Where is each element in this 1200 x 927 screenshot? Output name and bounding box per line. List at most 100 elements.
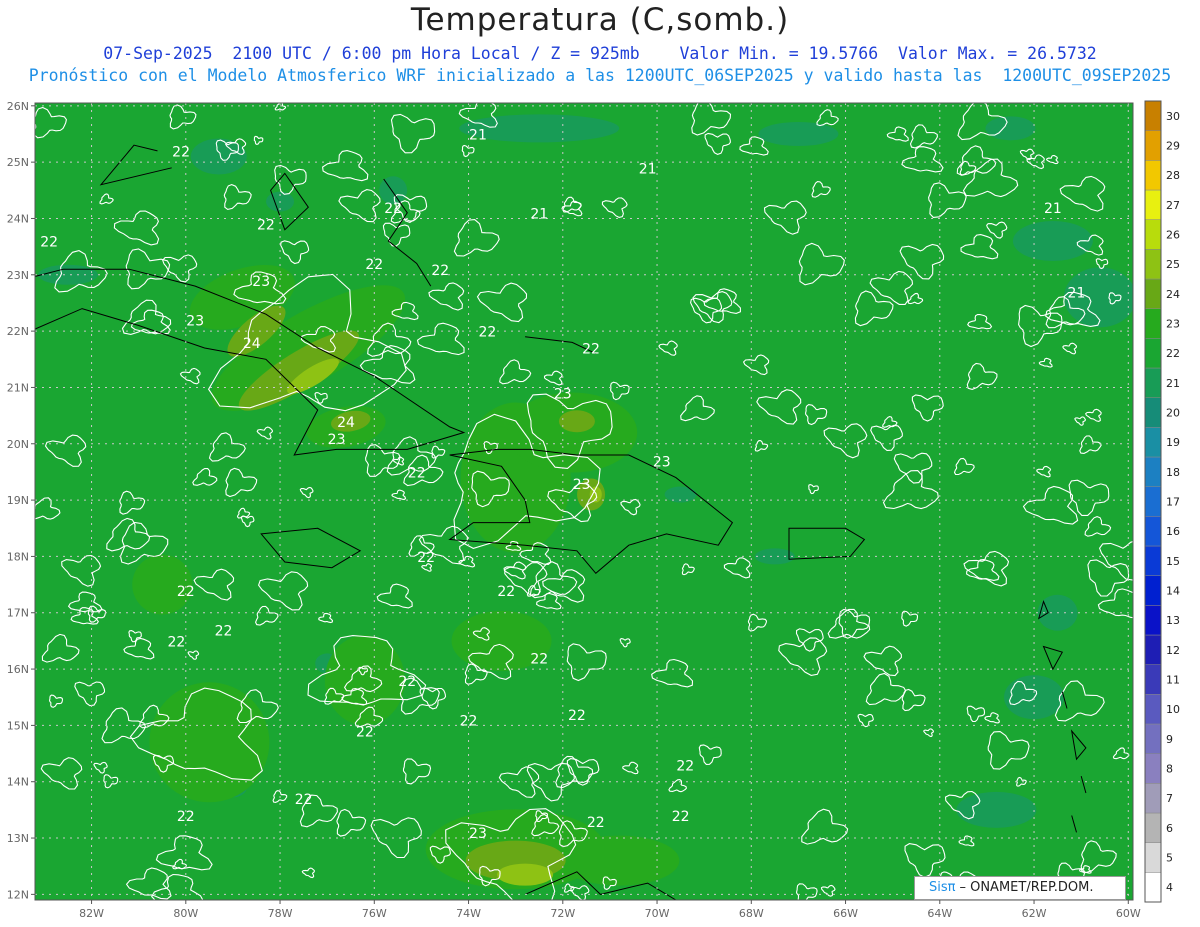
colorbar-level-label: 7 bbox=[1166, 792, 1173, 805]
contour-value-label: 23 bbox=[328, 432, 346, 448]
colorbar-swatch bbox=[1144, 100, 1162, 131]
contour-value-label: 22 bbox=[384, 201, 402, 217]
cool-area-6 bbox=[37, 264, 98, 285]
contour-value-label: 23 bbox=[252, 274, 270, 290]
warm-area-6 bbox=[559, 835, 680, 886]
contour-value-label: 22 bbox=[460, 713, 478, 729]
contour-value-label: 21 bbox=[1068, 285, 1086, 301]
contour-value-label: 22 bbox=[417, 550, 435, 566]
colorbar-level-label: 29 bbox=[1166, 140, 1180, 153]
contour-value-label: 22 bbox=[295, 792, 313, 808]
colorbar-swatch bbox=[1144, 634, 1162, 665]
latitude-axis: 26N 25N 24N 23N 22N 21N 20N 19N 18N 17N 16N 15N 14N 1… bbox=[7, 100, 35, 901]
colorbar-level-label: 22 bbox=[1166, 347, 1180, 360]
warmest-area-1 bbox=[497, 863, 554, 886]
contour-value-label: 22 bbox=[365, 257, 383, 273]
lon-tick-label: 72W bbox=[550, 907, 575, 920]
colorbar-swatch bbox=[1144, 753, 1162, 784]
contour-value-label: 22 bbox=[676, 758, 694, 774]
contour-value-label: 23 bbox=[554, 387, 572, 403]
lon-tick-label: 70W bbox=[645, 907, 670, 920]
contour-value-label: 22 bbox=[530, 651, 548, 667]
lat-tick-label: 16N bbox=[7, 663, 29, 676]
colorbar-swatch bbox=[1144, 575, 1162, 606]
lat-tick-label: 12N bbox=[7, 888, 29, 901]
colorbar-swatch bbox=[1144, 723, 1162, 754]
colorbar-level-label: 20 bbox=[1166, 407, 1180, 420]
colorbar-swatch bbox=[1144, 694, 1162, 725]
colorbar-swatch bbox=[1144, 783, 1162, 814]
contour-value-label: 22 bbox=[672, 809, 690, 825]
temperature-map[interactable]: 2221212122222222 22232121232224 2223242322… bbox=[0, 0, 1200, 927]
colorbar-swatch bbox=[1144, 130, 1162, 161]
lat-tick-label: 24N bbox=[7, 212, 29, 225]
contour-value-label: 22 bbox=[40, 235, 58, 251]
lon-tick-label: 64W bbox=[927, 907, 952, 920]
lat-tick-label: 19N bbox=[7, 494, 29, 507]
cool-area-2 bbox=[758, 121, 839, 146]
colorbar-level-label: 13 bbox=[1166, 614, 1180, 627]
contour-value-label: 23 bbox=[573, 477, 591, 493]
colorbar-swatch bbox=[1144, 249, 1162, 280]
contour-value-label: 22 bbox=[497, 584, 515, 600]
lat-tick-label: 23N bbox=[7, 269, 29, 282]
lat-tick-label: 25N bbox=[7, 156, 29, 169]
colorbar-level-label: 14 bbox=[1166, 585, 1180, 598]
contour-value-label: 23 bbox=[469, 826, 487, 842]
colorbar-swatch bbox=[1144, 872, 1162, 903]
lon-tick-label: 78W bbox=[268, 907, 293, 920]
org-credit: – ONAMET/REP.DOM. bbox=[959, 880, 1094, 895]
lon-tick-label: 82W bbox=[79, 907, 104, 920]
colorbar-swatch bbox=[1144, 189, 1162, 220]
colorbar-level-label: 11 bbox=[1166, 674, 1180, 687]
colorbar-swatch bbox=[1144, 427, 1162, 458]
colorbar-level-label: 8 bbox=[1166, 763, 1173, 776]
contour-value-label: 22 bbox=[177, 584, 195, 600]
contour-value-label: 21 bbox=[469, 128, 487, 144]
lat-tick-label: 21N bbox=[7, 381, 29, 394]
lon-tick-label: 60W bbox=[1116, 907, 1141, 920]
contour-value-label: 23 bbox=[186, 313, 204, 329]
colorbar-level-label: 6 bbox=[1166, 822, 1173, 835]
contour-value-label: 22 bbox=[408, 466, 426, 482]
colorbar-level-label: 24 bbox=[1166, 288, 1180, 301]
colorbar-level-label: 5 bbox=[1166, 852, 1173, 865]
contour-value-label: 22 bbox=[356, 725, 374, 741]
colorbar-swatch bbox=[1144, 486, 1162, 517]
colorbar-swatch bbox=[1144, 516, 1162, 547]
colorbar-swatch bbox=[1144, 338, 1162, 369]
sispi-logo: Sisπ bbox=[929, 880, 956, 895]
colorbar-level-label: 21 bbox=[1166, 377, 1180, 390]
colorbar-level-label: 15 bbox=[1166, 555, 1180, 568]
credits-box: Sisπ – ONAMET/REP.DOM. bbox=[914, 876, 1126, 900]
colorbar-level-label: 19 bbox=[1166, 436, 1180, 449]
colorbar-swatch bbox=[1144, 308, 1162, 339]
lat-tick-label: 20N bbox=[7, 438, 29, 451]
lon-tick-label: 80W bbox=[173, 907, 198, 920]
contour-value-label: 22 bbox=[172, 145, 190, 161]
colorbar-swatch bbox=[1144, 219, 1162, 250]
warm-area-7 bbox=[149, 682, 270, 803]
contour-value-label: 22 bbox=[431, 263, 449, 279]
colorbar-level-label: 10 bbox=[1166, 703, 1180, 716]
colorbar-level-label: 28 bbox=[1166, 169, 1180, 182]
colorbar-swatch bbox=[1144, 605, 1162, 636]
contour-value-label: 21 bbox=[530, 206, 548, 222]
contour-value-label: 21 bbox=[1044, 201, 1062, 217]
colorbar: 4 5 6 7 8 9 10 11 12 13 14 15 16 17 18 19 20 21 22 23 24 25 26… bbox=[1144, 100, 1180, 903]
colorbar-level-label: 25 bbox=[1166, 258, 1180, 271]
contour-value-label: 22 bbox=[568, 708, 586, 724]
colorbar-level-label: 9 bbox=[1166, 733, 1173, 746]
colorbar-level-label: 17 bbox=[1166, 496, 1180, 509]
colorbar-swatch bbox=[1144, 456, 1162, 487]
lat-tick-label: 22N bbox=[7, 325, 29, 338]
cool-area-3 bbox=[985, 116, 1036, 141]
contour-value-label: 22 bbox=[167, 635, 185, 651]
cool-area-0 bbox=[190, 138, 247, 175]
longitude-axis: 82W 80W 78W 76W 74W 72W 70W 68W 66W 64W 62W 60W bbox=[79, 900, 1141, 920]
colorbar-swatch bbox=[1144, 367, 1162, 398]
lat-tick-label: 18N bbox=[7, 550, 29, 563]
colorbar-swatch bbox=[1144, 812, 1162, 843]
contour-value-label: 22 bbox=[478, 325, 496, 341]
cool-area-15 bbox=[956, 791, 1037, 828]
